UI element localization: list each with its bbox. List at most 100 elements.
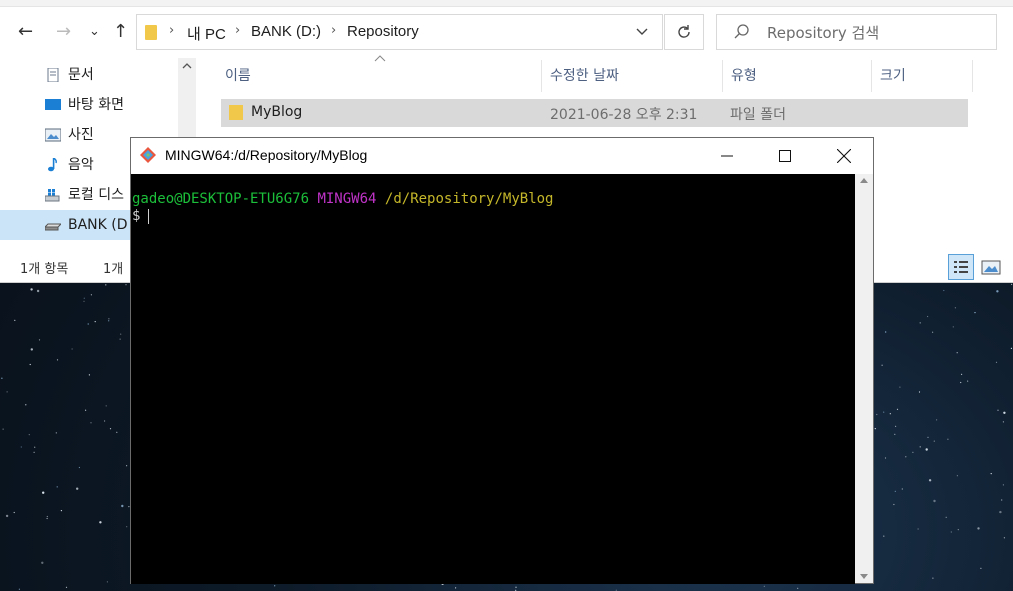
back-button[interactable]: ← (18, 20, 33, 44)
input-line[interactable]: $ (132, 208, 150, 224)
sidebar-item-documents[interactable]: 문서 (0, 60, 178, 90)
star (919, 322, 921, 324)
address-bar[interactable]: › 내 PC › BANK (D:) › Repository (136, 14, 663, 50)
sidebar-item-desktop[interactable]: 바탕 화면 (0, 90, 178, 120)
breadcrumb-drive[interactable]: BANK (D:) (251, 23, 321, 40)
star (38, 339, 41, 341)
star (956, 352, 958, 354)
text-cursor (148, 208, 150, 224)
file-name: MyBlog (251, 104, 303, 120)
star (936, 419, 938, 421)
item-count: 1개 항목 (20, 262, 69, 277)
chevron-right-icon: › (235, 23, 241, 38)
star (990, 473, 992, 475)
selected-count: 1개 (103, 262, 124, 277)
star (83, 297, 85, 299)
star (78, 466, 80, 469)
sidebar-item-label: 바탕 화면 (68, 97, 124, 113)
column-divider[interactable] (972, 60, 973, 92)
star (961, 373, 963, 375)
scroll-up-icon[interactable] (859, 176, 869, 184)
prompt-system: MINGW64 (317, 191, 377, 207)
star (954, 307, 957, 309)
column-divider[interactable] (541, 60, 542, 92)
chevron-down-icon[interactable] (635, 21, 649, 41)
terminal-window: MINGW64:/d/Repository/MyBlog gadeo@DESKT… (130, 137, 874, 584)
star (912, 451, 914, 453)
table-row[interactable]: MyBlog 2021-06-28 오후 2:31 파일 폴더 (221, 99, 968, 127)
star (28, 434, 30, 436)
star (109, 428, 112, 430)
star (999, 510, 1002, 514)
star (25, 404, 27, 406)
column-divider[interactable] (871, 60, 872, 92)
star (919, 446, 921, 448)
column-header-modified[interactable]: 수정한 날짜 (550, 64, 619, 88)
prompt-path: /d/Repository/MyBlog (384, 191, 554, 207)
star (105, 284, 107, 286)
star (90, 294, 92, 296)
close-icon (836, 148, 852, 164)
terminal-scrollbar[interactable] (855, 174, 873, 583)
terminal-title: MINGW64:/d/Repository/MyBlog (165, 147, 368, 163)
star (108, 318, 110, 320)
star (29, 363, 31, 366)
star (274, 585, 276, 587)
star (104, 420, 106, 422)
breadcrumb-repository[interactable]: Repository (347, 23, 419, 40)
star (120, 333, 122, 335)
breadcrumb-this-pc[interactable]: 내 PC (187, 23, 226, 44)
minimize-button[interactable] (698, 138, 756, 174)
prompt-symbol: $ (132, 208, 141, 224)
column-header-size[interactable]: 크기 (880, 64, 906, 88)
search-input[interactable] (765, 21, 989, 45)
large-icons-view-button[interactable] (978, 254, 1004, 280)
star (896, 408, 899, 410)
folder-icon (229, 105, 243, 120)
star (933, 499, 936, 503)
star (76, 487, 79, 490)
star (126, 465, 128, 467)
star (85, 409, 87, 411)
column-header-type[interactable]: 유형 (731, 64, 757, 88)
star (945, 516, 947, 518)
forward-button[interactable]: → (56, 20, 71, 44)
maximize-button[interactable] (756, 138, 814, 174)
star (6, 391, 8, 393)
star (106, 581, 108, 583)
star (893, 503, 895, 506)
scroll-up-icon[interactable] (182, 62, 192, 70)
scroll-down-icon[interactable] (859, 573, 869, 581)
local-disk-icon (45, 189, 60, 202)
star (997, 409, 999, 411)
star (34, 446, 36, 448)
star (881, 364, 883, 366)
terminal-console[interactable]: gadeo@DESKTOP-ETU6G76 MINGW64 /d/Reposit… (131, 174, 855, 584)
column-header-name[interactable]: 이름 (225, 64, 251, 88)
star (960, 381, 962, 384)
terminal-titlebar[interactable]: MINGW64:/d/Repository/MyBlog (131, 138, 873, 174)
recent-locations-button[interactable]: ⌄ (89, 20, 100, 44)
star (99, 521, 102, 524)
star (980, 567, 982, 569)
desktop-icon (45, 99, 61, 110)
star (952, 326, 954, 328)
star (5, 514, 9, 518)
folder-icon (145, 25, 157, 40)
star (932, 331, 934, 333)
up-button[interactable]: ↑ (113, 20, 128, 44)
star (55, 432, 57, 434)
star (1011, 283, 1013, 285)
star (995, 361, 998, 363)
close-button[interactable] (815, 138, 873, 174)
star (883, 411, 885, 413)
star (60, 510, 63, 512)
star (974, 312, 976, 314)
star (874, 428, 876, 430)
details-view-button[interactable] (948, 254, 974, 280)
details-view-icon (954, 261, 968, 273)
refresh-button[interactable] (664, 14, 704, 50)
search-box[interactable] (716, 14, 997, 50)
column-divider[interactable] (722, 60, 723, 92)
sidebar-item-label: 음악 (68, 157, 94, 173)
